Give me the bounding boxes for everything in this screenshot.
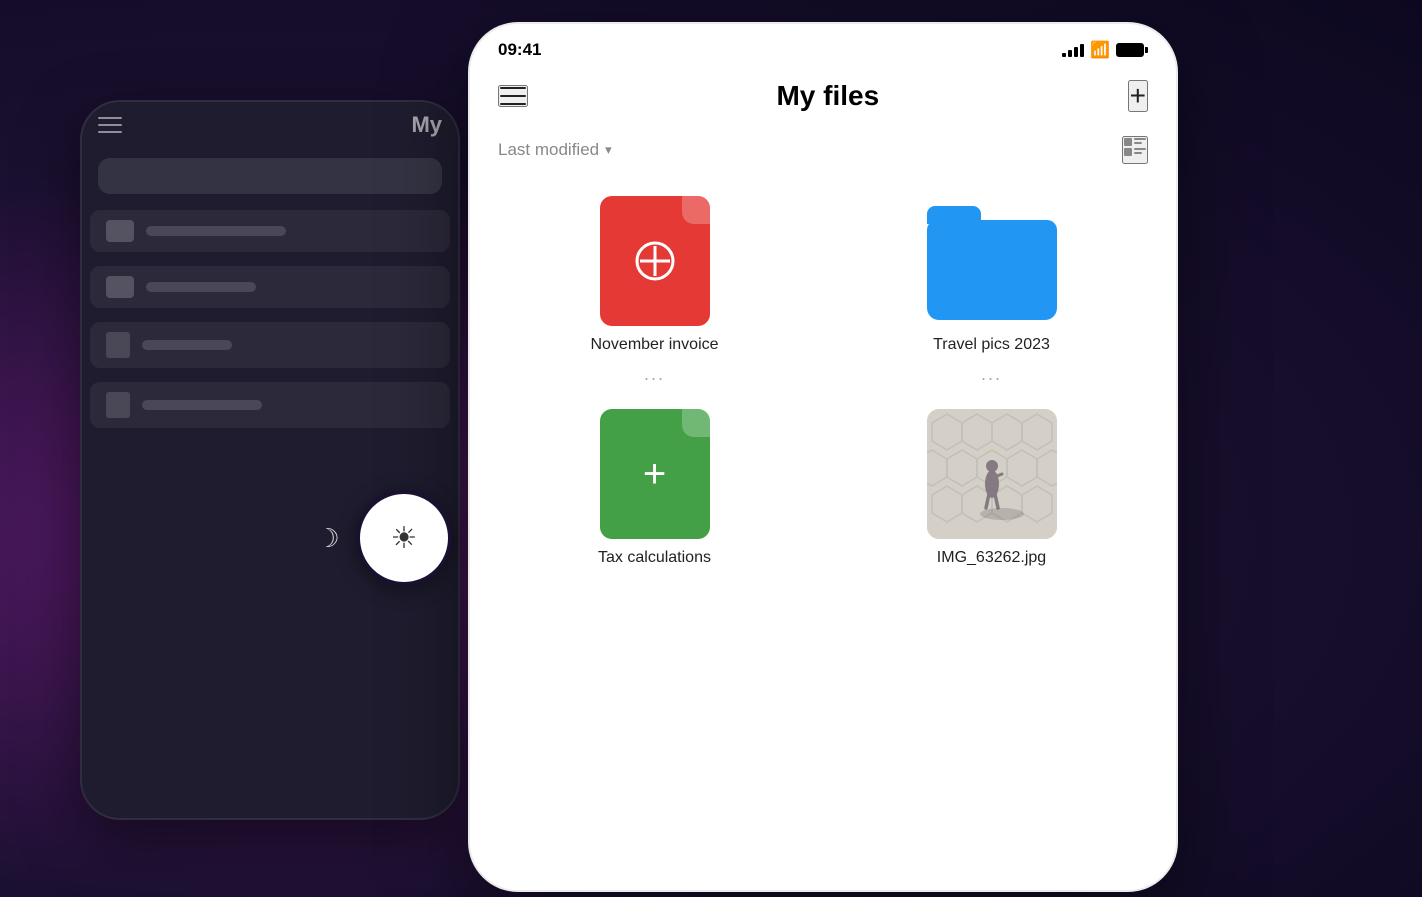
file-name: Tax calculations: [598, 549, 711, 567]
wifi-icon: 📶: [1090, 40, 1110, 60]
status-icons: 📶: [1062, 40, 1148, 60]
image-icon-wrapper: [927, 409, 1057, 539]
file-item-travel-pics[interactable]: Travel pics 2023 ...: [835, 196, 1148, 385]
dark-list-item: [90, 382, 450, 428]
toggle-knob[interactable]: ☀: [356, 490, 452, 586]
status-bar: 09:41 📶: [470, 24, 1176, 68]
spreadsheet-file-icon: +: [600, 409, 710, 539]
pdf-file-icon: [600, 196, 710, 326]
signal-icon: [1062, 43, 1084, 57]
file-menu-button[interactable]: ...: [981, 364, 1002, 385]
dark-folder-icon: [106, 276, 134, 298]
moon-icon: ☽: [300, 510, 356, 566]
sun-icon: ☀: [391, 521, 418, 556]
dark-list-item: [90, 266, 450, 308]
sort-label: Last modified: [498, 140, 599, 160]
file-name: Travel pics 2023: [933, 336, 1050, 354]
view-toggle-button[interactable]: [1122, 136, 1148, 164]
file-grid: November invoice ... Travel pics 2023 ..…: [470, 180, 1176, 583]
dark-list-item: [90, 322, 450, 368]
dark-hamburger-icon: [98, 117, 122, 133]
light-phone: 09:41 📶 My files + Last modified ▾: [468, 22, 1178, 892]
page-title: My files: [776, 80, 879, 112]
file-item-img-63262[interactable]: IMG_63262.jpg: [835, 409, 1148, 567]
dark-folder-icon: [106, 220, 134, 242]
sort-button[interactable]: Last modified ▾: [498, 140, 612, 160]
file-menu-button[interactable]: ...: [644, 364, 665, 385]
file-item-tax-calculations[interactable]: + Tax calculations: [498, 409, 811, 567]
dark-list-item: [90, 210, 450, 252]
app-header: My files +: [470, 68, 1176, 128]
dark-phone: My: [80, 100, 460, 820]
add-button[interactable]: +: [1128, 80, 1148, 112]
spreadsheet-icon-wrapper: +: [590, 409, 720, 539]
image-thumbnail: [927, 409, 1057, 539]
pdf-icon-wrapper: [590, 196, 720, 326]
theme-toggle[interactable]: ☽ ☀: [300, 490, 452, 586]
dark-search-bar: [98, 158, 442, 194]
file-name: November invoice: [590, 336, 718, 354]
file-item-november-invoice[interactable]: November invoice ...: [498, 196, 811, 385]
sort-chevron-icon: ▾: [605, 142, 612, 158]
folder-icon-wrapper: [927, 196, 1057, 326]
folder-file-icon: [927, 220, 1057, 320]
battery-icon: [1116, 43, 1148, 57]
dark-phone-title: My: [411, 112, 442, 138]
status-time: 09:41: [498, 40, 541, 60]
file-name: IMG_63262.jpg: [937, 549, 1046, 567]
sort-bar: Last modified ▾: [470, 128, 1176, 180]
menu-button[interactable]: [498, 85, 528, 107]
